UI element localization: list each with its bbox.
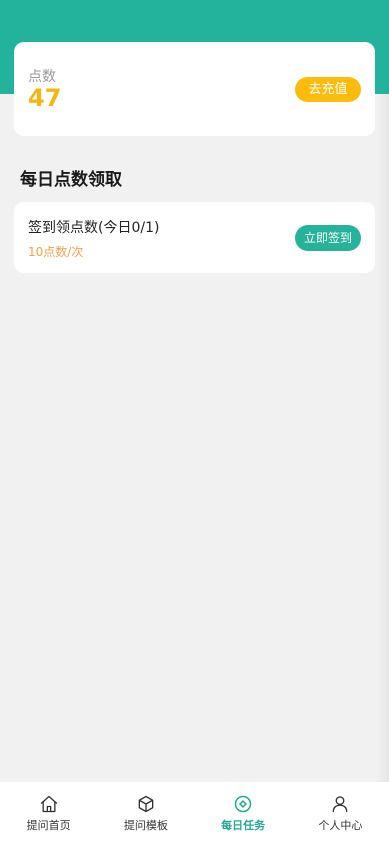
tab-label: 提问首页	[26, 819, 71, 832]
tab-label: 每日任务	[221, 819, 266, 832]
tab-ask-home[interactable]: 提问首页	[0, 782, 97, 842]
home-icon	[40, 795, 57, 813]
tab-ask-templates[interactable]: 提问模板	[97, 782, 194, 842]
target-icon	[234, 795, 252, 813]
signin-button[interactable]: 立即签到	[295, 225, 361, 251]
task-title: 签到领点数(今日0/1)	[28, 220, 160, 236]
points-value: 47	[28, 84, 62, 112]
user-icon	[333, 796, 348, 813]
tab-daily-tasks[interactable]: 每日任务	[195, 782, 292, 842]
recharge-button[interactable]: 去充值	[295, 77, 361, 102]
edge-shadow	[377, 94, 389, 782]
points-card: 点数 47 去充值	[14, 42, 375, 136]
daily-task-screen: 点数 47 去充值 每日点数领取 签到领点数(今日0/1) 10点数/次 立即签…	[0, 0, 389, 842]
points-label: 点数	[28, 69, 56, 85]
tab-label: 提问模板	[123, 819, 168, 832]
bottom-tabbar: 提问首页 提问模板 每日任务 个人中心	[0, 782, 389, 842]
tab-label: 个人中心	[318, 819, 363, 832]
cube-icon	[138, 795, 154, 813]
task-card-signin: 签到领点数(今日0/1) 10点数/次 立即签到	[14, 202, 375, 273]
section-title: 每日点数领取	[20, 170, 122, 190]
tab-profile[interactable]: 个人中心	[292, 782, 389, 842]
task-reward: 10点数/次	[28, 245, 84, 259]
